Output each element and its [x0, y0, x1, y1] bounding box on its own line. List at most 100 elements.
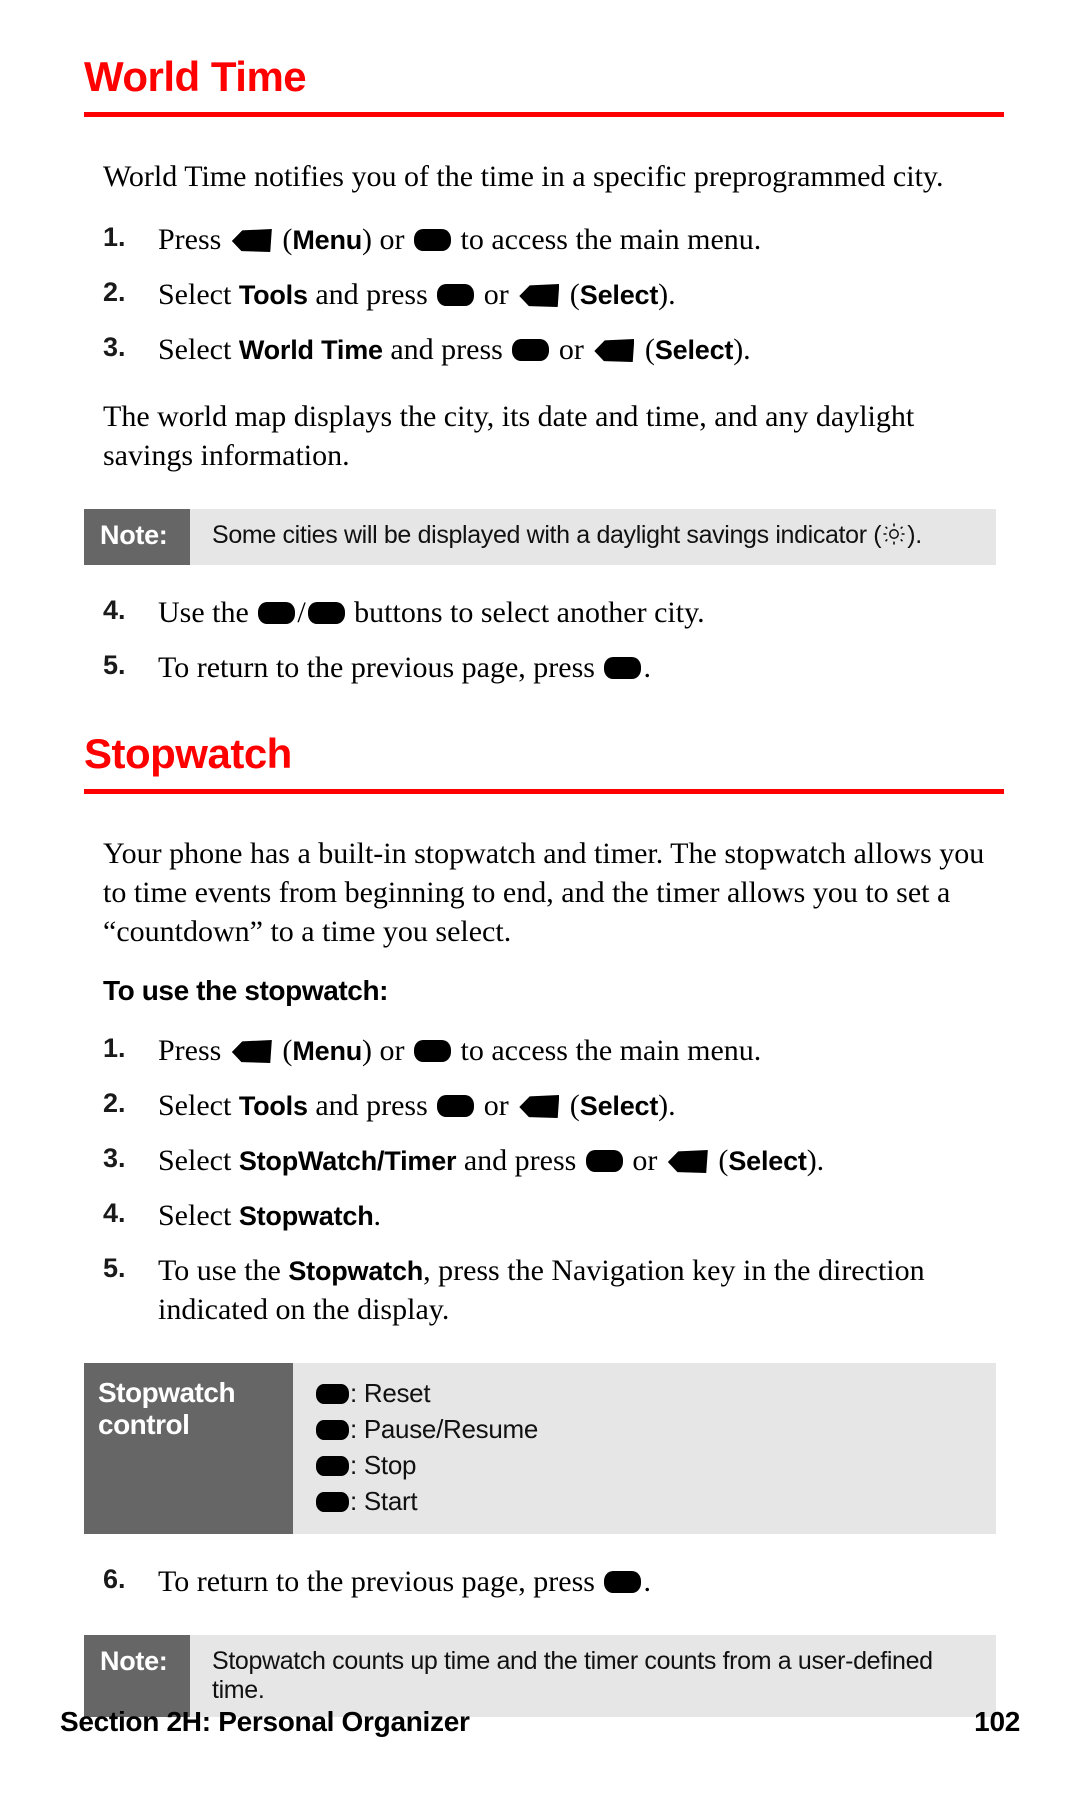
list-item: 6. To return to the previous page, press… [76, 1562, 1004, 1601]
step-text-mid2: or [551, 333, 592, 366]
step-number: 6. [103, 1563, 126, 1594]
step-text-post: to access the main menu. [453, 1034, 762, 1067]
page-title-stopwatch: Stopwatch [84, 730, 292, 777]
manual-page: World Time World Time notifies you of th… [0, 0, 1080, 1800]
step-text-mid2: ) or [362, 1034, 413, 1067]
step-text-pre: Select [158, 333, 239, 366]
step-number: 3. [103, 1143, 126, 1173]
step-text-pre: Select [158, 1199, 239, 1232]
step-bold-tools: Tools [238, 1091, 308, 1121]
step-text-mid2: or [624, 1144, 665, 1177]
stopwatch-control-table: Stopwatch control : Reset : Pause/Resume… [84, 1363, 996, 1534]
step-text-pre: To return to the previous page, press [158, 651, 603, 684]
step-text-mid3: ( [710, 1144, 729, 1177]
step-text-pre: To return to the previous page, press [158, 1564, 603, 1598]
step-text-post: . [643, 1564, 651, 1598]
step-text-pre: Use the [158, 596, 257, 629]
control-row-text: : Reset [350, 1378, 431, 1408]
control-row-text: : Stop [350, 1449, 417, 1480]
step-text-mid2: or [476, 1089, 517, 1122]
list-item: 2. Select Tools and press or (Select). [76, 1086, 1004, 1125]
step-number: 4. [103, 595, 126, 625]
world-time-steps-list-b: 4. Use the / buttons to select another c… [76, 593, 1004, 687]
step-bold-stopwatch-timer: StopWatch/Timer [238, 1146, 457, 1176]
step-text-mid2: ) or [362, 223, 413, 256]
step-bold-world-time: World Time [238, 335, 383, 365]
page-number: 102 [974, 1706, 1020, 1737]
step-number: 1. [103, 1033, 126, 1063]
footer-section-label: Section 2H: Personal Organizer [60, 1706, 470, 1737]
key-pill-icon [316, 1455, 349, 1476]
step-text-pre: To use the [158, 1254, 289, 1287]
table-row: : Stop [315, 1448, 986, 1484]
key-pill-icon [316, 1491, 349, 1512]
key-pill-icon [437, 1095, 475, 1117]
step-bold-menu: Menu [292, 1036, 363, 1066]
note-text: Some cities will be displayed with a day… [190, 509, 996, 565]
step-text-mid3: ( [562, 278, 580, 311]
key-pill-icon [604, 657, 642, 679]
key-pill-icon [512, 339, 550, 361]
step-bold-select: Select [654, 335, 734, 365]
step-bold-tools: Tools [238, 280, 308, 310]
list-item: 4. Select Stopwatch. [76, 1196, 1004, 1235]
step-text-post: buttons to select another city. [346, 596, 705, 629]
softkey-left-icon [667, 1150, 708, 1173]
softkey-left-icon [519, 1095, 560, 1118]
step-text-mid1: ( [274, 1034, 293, 1067]
step-text-mid1: and press [307, 278, 436, 311]
key-pill-icon [316, 1384, 349, 1404]
step-text-mid1: / [297, 596, 306, 629]
stopwatch-intro: Your phone has a built-in stopwatch and … [103, 837, 985, 948]
world-time-steps-list-a: 1. Press (Menu) or to access the main me… [76, 220, 1004, 369]
softkey-left-icon [594, 339, 635, 362]
stopwatch-steps-list-a: 1. Press (Menu) or to access the main me… [76, 1031, 1004, 1329]
step-text-pre: Press [158, 223, 229, 256]
step-bold-select: Select [579, 1091, 659, 1121]
key-pill-icon [437, 284, 475, 306]
step-text-pre: Select [158, 278, 239, 311]
step-bold-menu: Menu [292, 225, 363, 255]
table-row: : Reset [315, 1376, 986, 1412]
stopwatch-steps-list-b: 6. To return to the previous page, press… [76, 1562, 1004, 1601]
step-number: 3. [103, 332, 126, 362]
softkey-left-icon [231, 229, 272, 252]
control-row-text: : Pause/Resume [350, 1413, 539, 1444]
step-text-mid1: and press [307, 1089, 436, 1122]
key-pill-icon [604, 1570, 642, 1593]
key-pill-icon [414, 1040, 452, 1062]
step-bold-select: Select [579, 280, 659, 310]
list-item: 3. Select World Time and press or (Selec… [76, 330, 1004, 369]
list-item: 5. To use the Stopwatch, press the Navig… [76, 1251, 1004, 1329]
step-bold-stopwatch: Stopwatch [238, 1201, 374, 1231]
step-number: 5. [103, 650, 126, 680]
step-text-mid3: ( [562, 1089, 580, 1122]
step-number: 1. [103, 222, 126, 252]
list-item: 1. Press (Menu) or to access the main me… [76, 220, 1004, 259]
note-box-stopwatch: Note: Stopwatch counts up time and the t… [84, 1634, 996, 1717]
list-item: 5. To return to the previous page, press… [76, 648, 1004, 687]
list-item: 3. Select StopWatch/Timer and press or (… [76, 1141, 1004, 1180]
key-pill-icon [316, 1419, 349, 1440]
world-time-intro: World Time notifies you of the time in a… [103, 160, 944, 193]
note-box-world-time: Note: Some cities will be displayed with… [84, 509, 996, 565]
step-text-post: . [643, 651, 651, 684]
stopwatch-subheading: To use the stopwatch: [103, 975, 389, 1006]
step-number: 5. [103, 1253, 126, 1283]
table-row: : Pause/Resume [315, 1412, 986, 1448]
softkey-left-icon [519, 284, 560, 307]
step-bold-select: Select [728, 1146, 807, 1176]
step-text-post: ). [806, 1144, 825, 1177]
list-item: 1. Press (Menu) or to access the main me… [76, 1031, 1004, 1070]
step-text-post: to access the main menu. [453, 223, 762, 256]
step-number: 2. [103, 277, 126, 307]
world-time-outro: The world map displays the city, its dat… [103, 400, 915, 472]
step-text-pre: Select [158, 1144, 239, 1177]
step-text-mid1: ( [274, 223, 293, 256]
step-text-post: ). [733, 333, 751, 366]
step-text-post: ). [658, 278, 676, 311]
step-text-mid2: or [476, 278, 517, 311]
note-label: Note: [84, 1634, 190, 1717]
step-text-post: ). [658, 1089, 676, 1122]
note-label: Note: [84, 509, 190, 565]
